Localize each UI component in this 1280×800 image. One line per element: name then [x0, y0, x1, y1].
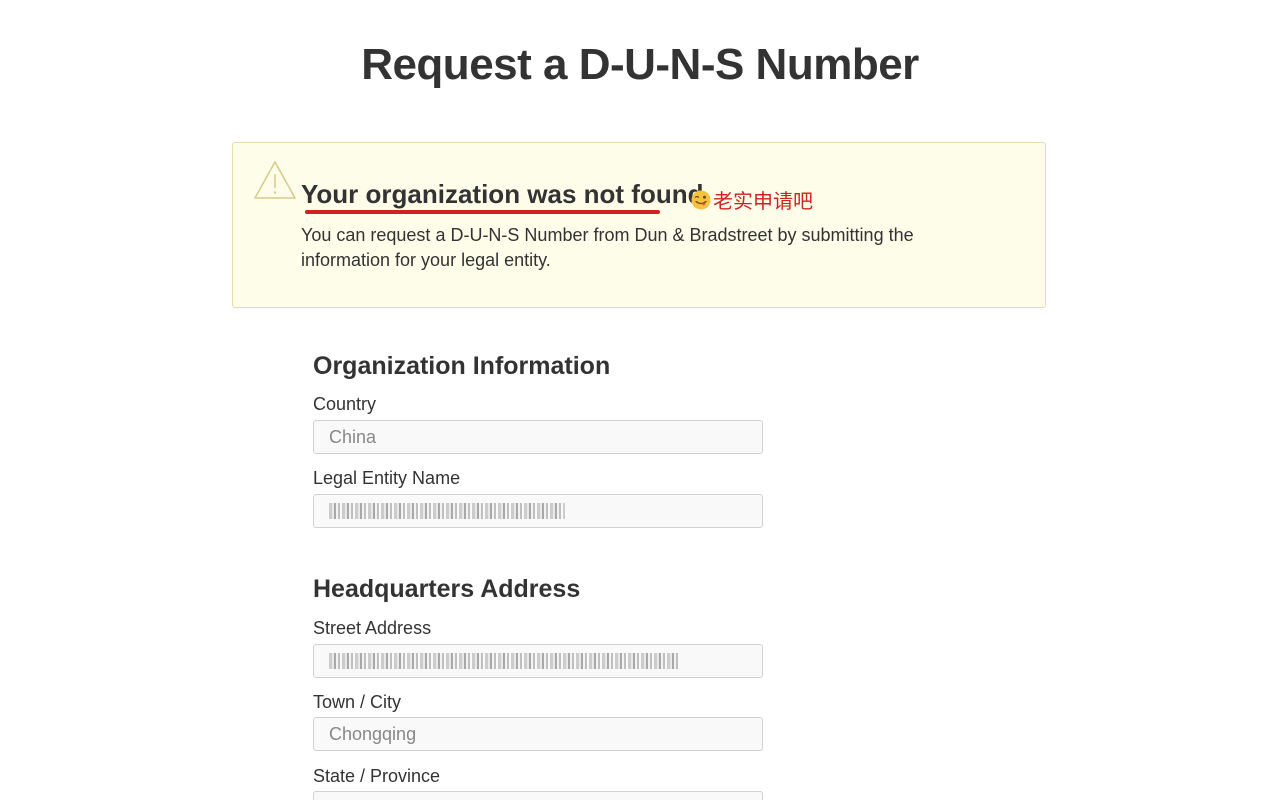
country-label: Country [313, 394, 377, 414]
city-label: Town / City [313, 692, 402, 712]
page-title: Request a D-U-N-S Number [361, 40, 919, 89]
page: Request a D-U-N-S Number Your organizati… [0, 0, 1280, 800]
warning-triangle-icon [254, 161, 296, 199]
winking-tongue-face-icon [691, 190, 711, 209]
alert-heading: Your organization was not found. [301, 179, 711, 209]
legal-entity-label: Legal Entity Name [313, 468, 461, 488]
legal-entity-field[interactable] [313, 494, 763, 528]
annotation-underline [305, 210, 660, 214]
annotation: 老实申请吧 [691, 185, 813, 214]
street-address-field[interactable] [313, 644, 763, 678]
annotation-text: 老实申请吧 [713, 191, 813, 213]
legal-entity-wrapper [313, 494, 763, 528]
headquarters-section-title: Headquarters Address [313, 575, 581, 603]
state-province-label: State / Province [313, 766, 441, 786]
not-found-alert: Your organization was not found. 老实申请吧 Y… [232, 142, 1046, 308]
city-field[interactable] [313, 717, 763, 751]
state-province-field[interactable] [313, 791, 763, 800]
street-address-label: Street Address [313, 618, 432, 638]
street-address-wrapper [313, 644, 763, 678]
organization-section-title: Organization Information [313, 352, 611, 380]
country-field[interactable] [313, 420, 763, 454]
alert-body: You can request a D-U-N-S Number from Du… [301, 225, 914, 270]
